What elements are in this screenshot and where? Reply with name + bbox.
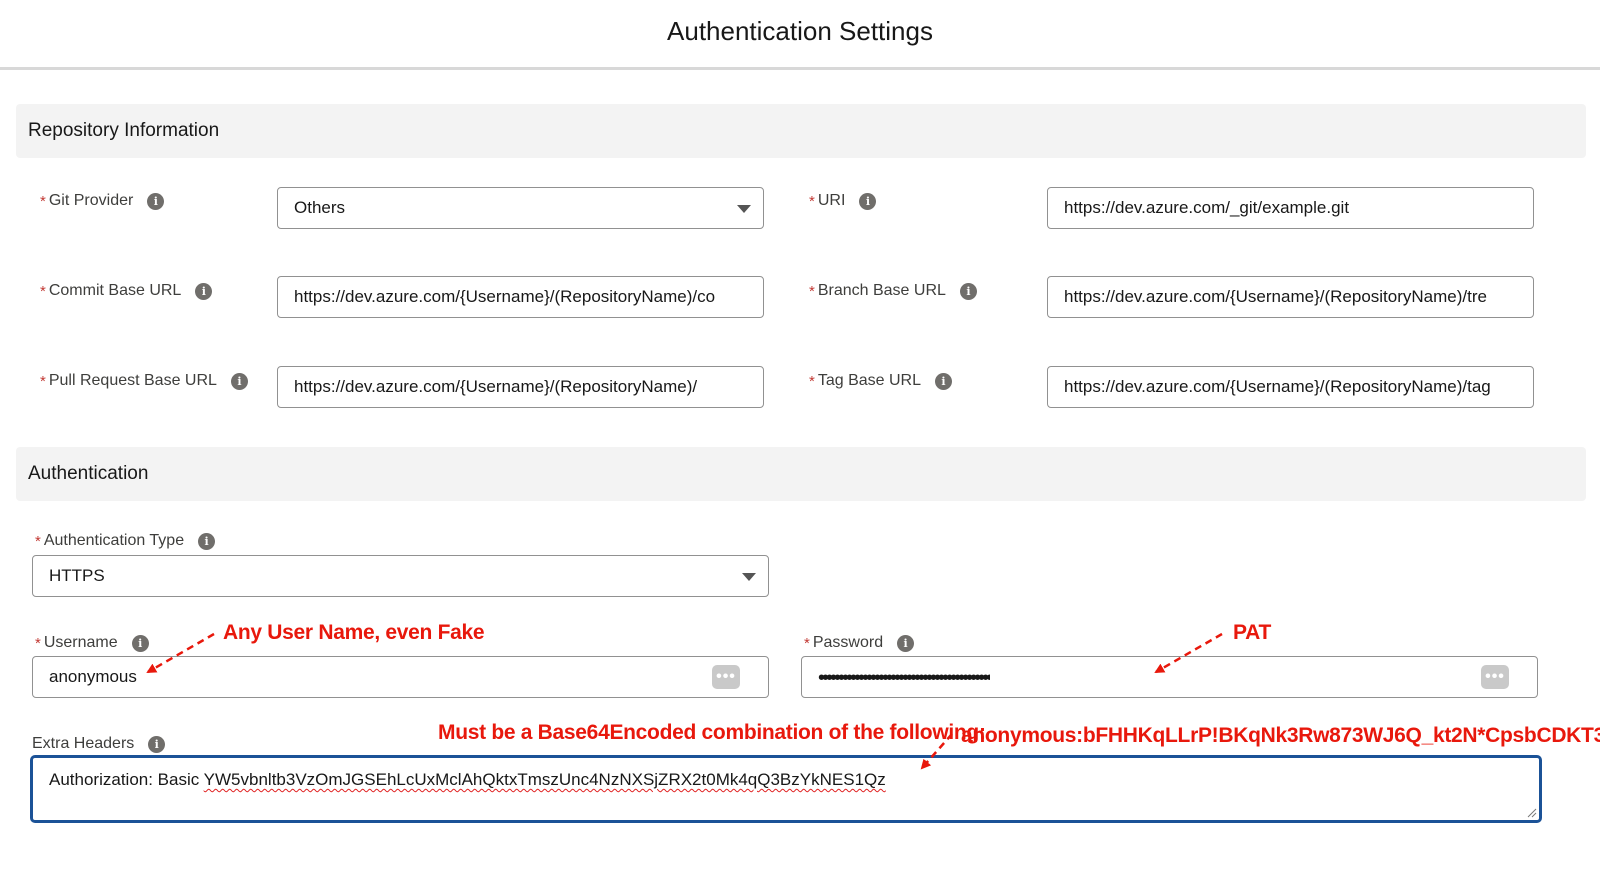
username-annotation: Any User Name, even Fake [223,621,485,644]
password-label: * Password i [804,634,915,652]
info-icon[interactable]: i [897,634,915,652]
page-title: Authentication Settings [667,16,933,46]
info-icon[interactable]: i [198,532,216,550]
authentication-section-header: Authentication [16,447,1586,501]
git-provider-select[interactable]: Others [277,187,764,229]
info-icon[interactable]: i [148,735,166,753]
info-icon[interactable]: i [935,372,953,390]
username-input[interactable]: anonymous ••• [32,656,769,698]
tag-base-url-label: * Tag Base URL i [809,372,953,390]
required-marker: * [809,192,815,210]
repository-section-title: Repository Information [28,120,220,141]
password-input[interactable]: ••••••••••••••••••••••••••••••••••••••••… [801,656,1538,698]
extra-headers-token: YW5vbnltb3VzOmJGSEhLcUxMclAhQktxTmszUnc4… [203,770,886,789]
required-marker: * [40,372,46,390]
headers-annotation: Must be a Base64Encoded combination of t… [438,721,986,744]
extra-headers-textarea[interactable]: Authorization: Basic YW5vbnltb3VzOmJGSEh… [30,755,1542,823]
info-icon[interactable]: i [859,192,877,210]
page-header: Authentication Settings [0,0,1600,70]
ellipsis-icon[interactable]: ••• [712,665,740,689]
required-marker: * [35,532,41,550]
resize-handle-icon[interactable] [1527,808,1537,818]
info-icon[interactable]: i [131,634,149,652]
required-marker: * [809,372,815,390]
ellipsis-icon[interactable]: ••• [1481,665,1509,689]
extra-headers-prefix: Authorization: Basic [49,770,204,789]
extra-headers-label: Extra Headers i [32,735,166,753]
required-marker: * [809,282,815,300]
required-marker: * [35,634,41,652]
git-provider-label: * Git Provider i [40,192,165,210]
info-icon[interactable]: i [195,282,213,300]
credentials-annotation: anonymous:bFHHKqLLrP!BKqNk3Rw873WJ6Q_kt2… [961,724,1600,747]
tag-base-url-input[interactable]: https://dev.azure.com/{Username}/(Reposi… [1047,366,1534,408]
branch-base-url-label: * Branch Base URL i [809,282,977,300]
uri-label: * URI i [809,192,877,210]
commit-base-url-label: * Commit Base URL i [40,282,213,300]
password-annotation: PAT [1233,621,1271,644]
commit-base-url-input[interactable]: https://dev.azure.com/{Username}/(Reposi… [277,276,764,318]
repository-section-header: Repository Information [16,104,1586,158]
required-marker: * [40,282,46,300]
authentication-section-title: Authentication [28,463,149,484]
uri-input[interactable]: https://dev.azure.com/_git/example.git [1047,187,1534,229]
info-icon[interactable]: i [959,282,977,300]
chevron-down-icon [742,573,756,581]
pull-request-base-url-label: * Pull Request Base URL i [40,372,248,390]
info-icon[interactable]: i [147,192,165,210]
branch-base-url-input[interactable]: https://dev.azure.com/{Username}/(Reposi… [1047,276,1534,318]
required-marker: * [804,634,810,652]
authentication-type-select[interactable]: HTTPS [32,555,769,597]
info-icon[interactable]: i [230,372,248,390]
username-label: * Username i [35,634,149,652]
password-value: ••••••••••••••••••••••••••••••••••••••••… [818,668,991,688]
required-marker: * [40,192,46,210]
chevron-down-icon [737,205,751,213]
pull-request-base-url-input[interactable]: https://dev.azure.com/{Username}/(Reposi… [277,366,764,408]
authentication-type-label: * Authentication Type i [35,532,216,550]
